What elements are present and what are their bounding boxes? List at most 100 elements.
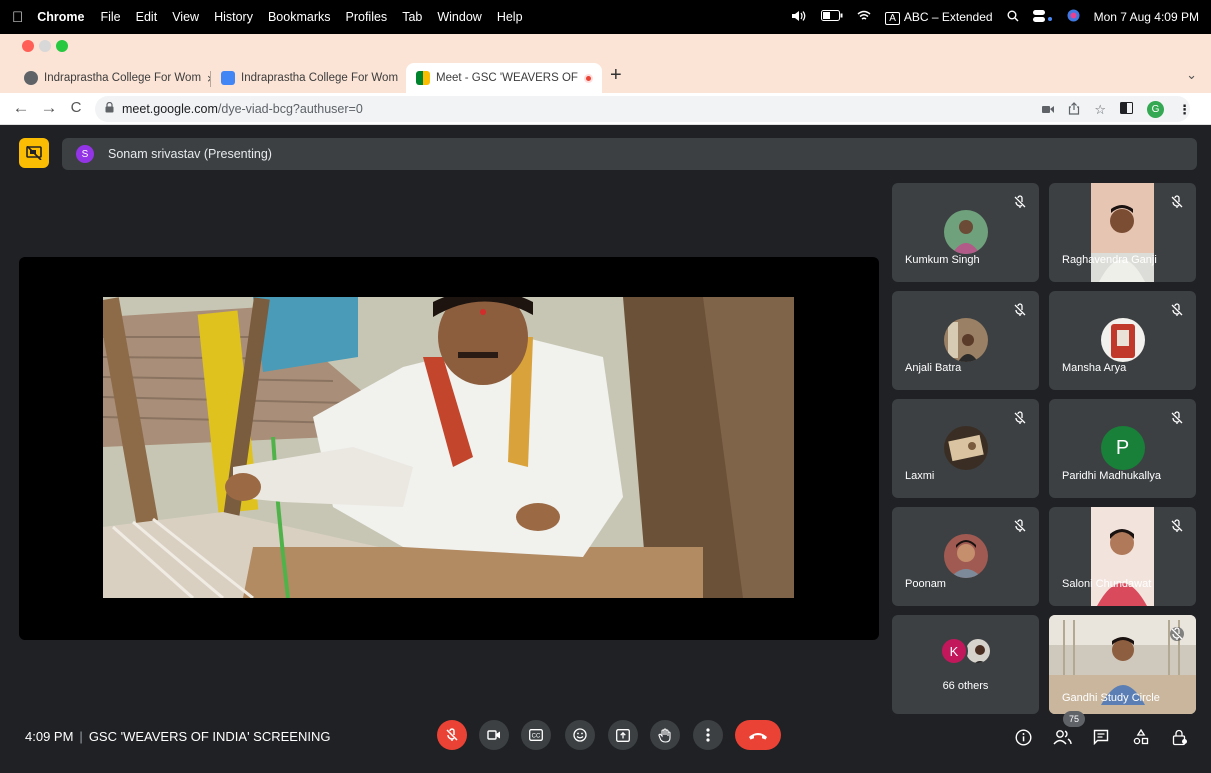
reactions-button[interactable] xyxy=(565,720,595,750)
more-vertical-icon xyxy=(706,728,710,742)
others-tile[interactable]: K 66 others xyxy=(892,615,1039,714)
participant-name: Saloni Chundawat xyxy=(1062,578,1152,590)
participant-name: Kumkum Singh xyxy=(905,254,980,266)
browser-tab-bar: Indraprastha College For Wom × Indrapras… xyxy=(0,58,1211,93)
mic-off-icon xyxy=(1014,411,1026,424)
tab-title: Meet - GSC 'WEAVERS OF xyxy=(436,72,578,84)
new-tab-button[interactable]: + xyxy=(610,64,622,87)
participant-tile[interactable]: Laxmi xyxy=(892,399,1039,498)
participant-tile[interactable]: Mansha Arya xyxy=(1049,291,1196,390)
menu-profiles[interactable]: Profiles xyxy=(346,10,388,24)
app-menu-chrome[interactable]: Chrome xyxy=(37,10,84,24)
participant-name: Poonam xyxy=(905,578,946,590)
control-center-icon[interactable] xyxy=(1032,9,1053,25)
mic-off-icon xyxy=(446,728,458,741)
window-titlebar xyxy=(0,34,1211,58)
stop-presenting-button[interactable] xyxy=(19,138,49,168)
meeting-details: 4:09 PM | GSC 'WEAVERS OF INDIA' SCREENING xyxy=(25,729,330,744)
chat-button[interactable] xyxy=(1090,726,1112,748)
meeting-time: 4:09 PM xyxy=(25,729,74,744)
back-arrow-icon[interactable]: ← xyxy=(10,98,32,118)
battery-icon[interactable] xyxy=(821,10,843,24)
mic-off-icon xyxy=(1014,303,1026,316)
siri-icon[interactable] xyxy=(1067,9,1080,25)
side-panel-icon[interactable] xyxy=(1120,102,1133,117)
browser-toolbar: ← → C meet.google.com/dye-viad-bcg?authu… xyxy=(0,93,1211,125)
profile-avatar[interactable]: G xyxy=(1147,101,1164,118)
menu-file[interactable]: File xyxy=(100,10,120,24)
others-avatar-letter: K xyxy=(940,637,968,665)
input-source[interactable]: A ABC – Extended xyxy=(885,10,993,25)
participant-name: Raghavendra Ganji xyxy=(1062,254,1157,266)
raise-hand-button[interactable] xyxy=(650,720,680,750)
menu-bookmarks[interactable]: Bookmarks xyxy=(268,10,331,24)
activities-button[interactable] xyxy=(1130,726,1152,748)
url-path: /dye-viad-bcg?authuser=0 xyxy=(217,102,363,116)
captions-button[interactable]: CC xyxy=(521,720,551,750)
leave-call-button[interactable] xyxy=(735,720,781,750)
close-window-icon[interactable] xyxy=(22,40,34,52)
tab-search-chevron-icon[interactable]: ⌄ xyxy=(1186,67,1197,83)
tab-title: Indraprastha College For Wom xyxy=(241,72,399,84)
meeting-details-button[interactable] xyxy=(1012,726,1034,748)
participant-camera-feed xyxy=(1091,507,1154,606)
participant-tile[interactable]: Gandhi Study Circle xyxy=(1049,615,1196,714)
share-icon[interactable] xyxy=(1068,101,1080,118)
presenter-avatar: S xyxy=(76,145,94,163)
tab-meet[interactable]: Meet - GSC 'WEAVERS OF × xyxy=(406,63,602,93)
mic-toggle-button[interactable] xyxy=(437,720,467,750)
apple-menu-icon[interactable]:  xyxy=(12,9,23,26)
recording-indicator-icon xyxy=(583,73,593,83)
participant-tile[interactable]: Saloni Chundawat xyxy=(1049,507,1196,606)
participant-name: Laxmi xyxy=(905,470,935,482)
chrome-menu-kebab-icon[interactable]: ⋮ xyxy=(1178,102,1191,118)
menu-help[interactable]: Help xyxy=(497,10,523,24)
bookmark-star-icon[interactable]: ☆ xyxy=(1094,102,1106,118)
reload-icon[interactable]: C xyxy=(65,99,87,116)
mic-off-icon xyxy=(1014,195,1026,208)
present-now-button[interactable] xyxy=(608,720,638,750)
show-everyone-button[interactable] xyxy=(1051,726,1073,748)
participant-tile[interactable]: Poonam xyxy=(892,507,1039,606)
more-options-button[interactable] xyxy=(693,720,723,750)
participant-count-badge: 75 xyxy=(1063,711,1085,727)
menu-view[interactable]: View xyxy=(172,10,199,24)
participant-avatar-photo xyxy=(943,210,988,254)
lock-person-icon xyxy=(1172,729,1187,745)
menu-edit[interactable]: Edit xyxy=(136,10,158,24)
clock-datetime[interactable]: Mon 7 Aug 4:09 PM xyxy=(1094,10,1199,24)
address-bar[interactable]: meet.google.com/dye-viad-bcg?authuser=0 xyxy=(95,96,1190,122)
closed-captions-icon: CC xyxy=(529,729,543,741)
svg-text:CC: CC xyxy=(532,734,541,740)
meeting-title: GSC 'WEAVERS OF INDIA' SCREENING xyxy=(88,729,331,744)
lock-icon xyxy=(105,101,114,116)
mic-off-icon xyxy=(1014,519,1026,532)
participant-tile[interactable]: Kumkum Singh xyxy=(892,183,1039,282)
toolbar-icons: ☆ G ⋮ xyxy=(1042,101,1191,118)
tab-title: Indraprastha College For Wom xyxy=(44,72,202,84)
minimize-window-icon[interactable] xyxy=(39,40,51,52)
input-source-badge: A xyxy=(885,12,900,25)
camera-in-use-icon[interactable] xyxy=(1042,102,1055,117)
participant-tile[interactable]: Raghavendra Ganji xyxy=(1049,183,1196,282)
tab-indraprastha-2[interactable]: Indraprastha College For Wom × xyxy=(211,63,404,93)
participant-tile[interactable]: Anjali Batra xyxy=(892,291,1039,390)
participant-avatar-photo xyxy=(1100,318,1145,362)
weaver-at-loom-image xyxy=(103,297,794,598)
forward-arrow-icon[interactable]: → xyxy=(38,98,60,118)
url-host: meet.google.com xyxy=(122,102,218,116)
menu-tab[interactable]: Tab xyxy=(402,10,422,24)
menu-window[interactable]: Window xyxy=(437,10,481,24)
fullscreen-window-icon[interactable] xyxy=(56,40,68,52)
volume-icon[interactable] xyxy=(791,10,807,25)
meet-main: S Sonam srivastav (Presenting) Kumkum Si… xyxy=(0,126,1211,773)
participant-tile[interactable]: P Paridhi Madhukallya xyxy=(1049,399,1196,498)
wifi-icon[interactable] xyxy=(857,10,871,24)
present-screen-icon xyxy=(616,728,630,742)
menu-history[interactable]: History xyxy=(214,10,253,24)
mic-off-icon xyxy=(1171,303,1183,316)
camera-toggle-button[interactable] xyxy=(479,720,509,750)
host-controls-button[interactable] xyxy=(1169,726,1191,748)
tab-indraprastha-1[interactable]: Indraprastha College For Wom × xyxy=(14,63,210,93)
spotlight-search-icon[interactable] xyxy=(1007,10,1019,25)
